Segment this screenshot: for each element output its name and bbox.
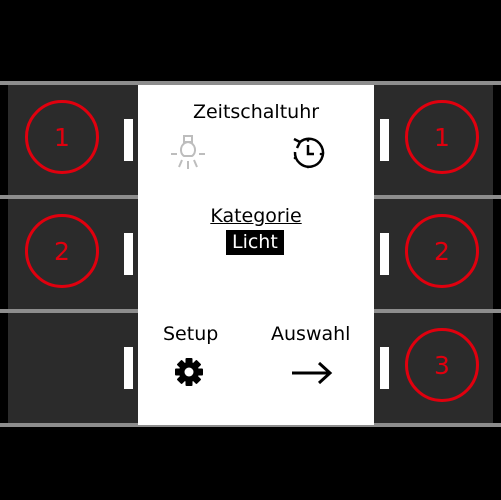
display-screen: Zeitschaltuhr Kategorie Licht Setup Ausw… — [138, 85, 374, 425]
timer-clock-icon — [293, 137, 325, 169]
led-indicator — [380, 119, 389, 161]
left-button-1[interactable]: 1 — [8, 85, 138, 195]
right-button-1[interactable]: 1 — [374, 85, 493, 195]
right-button-2[interactable]: 2 — [374, 199, 493, 309]
switch-panel: 1 2 1 2 3 Zeitschaltuhr Kategorie Licht … — [0, 0, 501, 500]
left-button-2[interactable]: 2 — [8, 199, 138, 309]
setup-label: Setup — [163, 323, 219, 345]
led-indicator — [124, 233, 133, 275]
screen-title: Zeitschaltuhr — [192, 101, 320, 123]
gear-icon — [175, 358, 203, 386]
led-indicator — [380, 233, 389, 275]
category-value: Licht — [226, 230, 284, 255]
button-marker: 1 — [25, 100, 99, 174]
led-indicator — [124, 119, 133, 161]
left-button-3[interactable] — [8, 313, 138, 423]
arrow-right-icon — [292, 361, 333, 385]
led-indicator — [124, 347, 133, 389]
button-marker: 2 — [25, 214, 99, 288]
right-button-3[interactable]: 3 — [374, 313, 493, 423]
auswahl-label: Auswahl — [271, 323, 351, 345]
button-marker: 2 — [405, 214, 479, 288]
light-bulb-icon — [171, 135, 205, 169]
led-indicator — [380, 347, 389, 389]
button-marker: 3 — [405, 328, 479, 402]
button-marker: 1 — [405, 100, 479, 174]
category-label: Kategorie — [210, 205, 302, 227]
